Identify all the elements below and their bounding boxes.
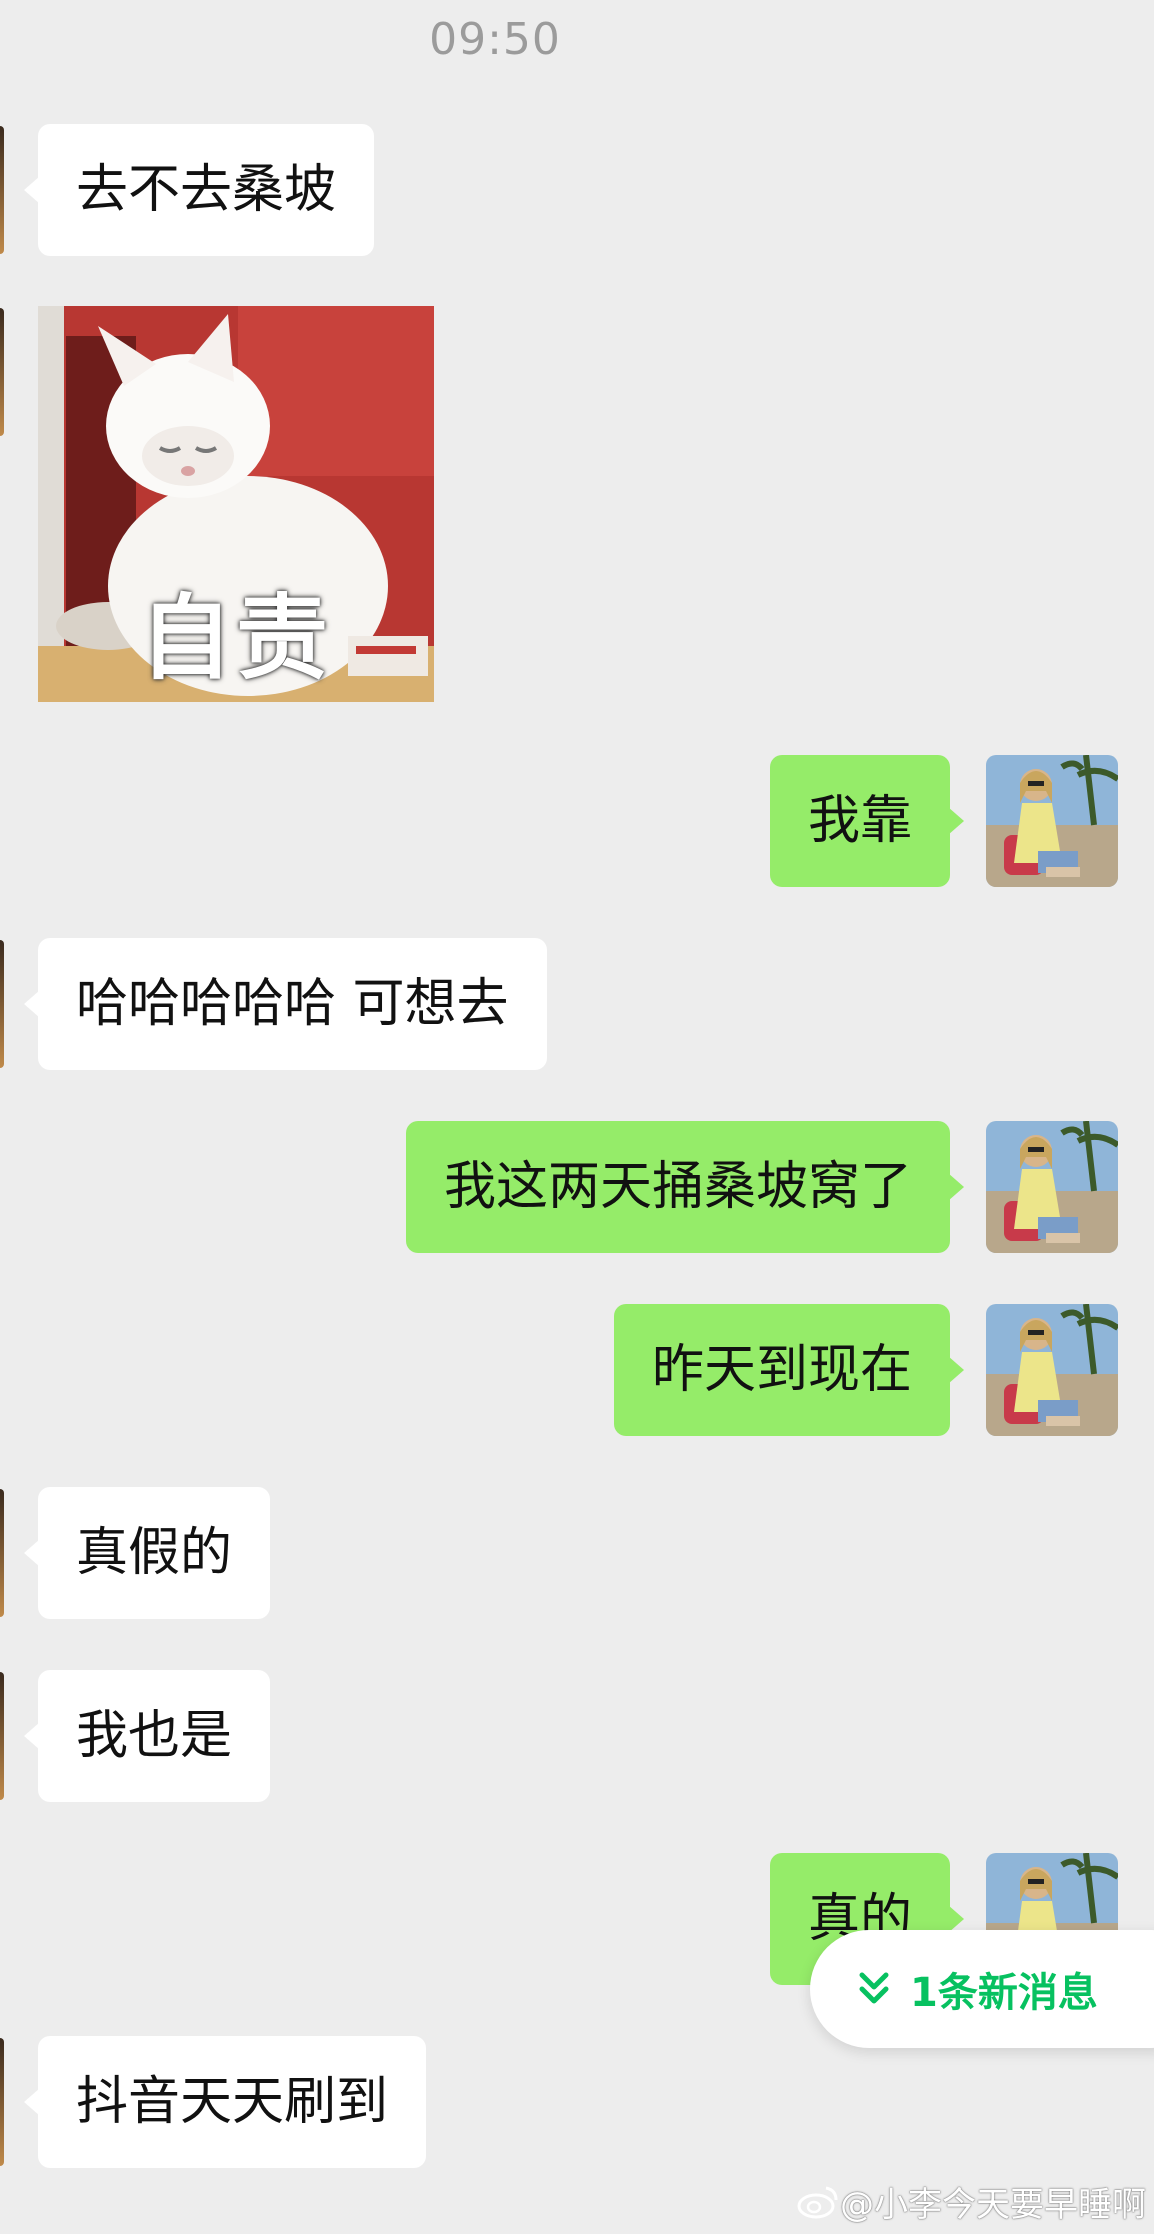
user-avatar-photo-icon: [986, 755, 1118, 887]
sender-avatar-edge[interactable]: [0, 940, 4, 1068]
incoming-message-bubble[interactable]: 哈哈哈哈哈 可想去: [24, 938, 547, 1070]
outgoing-message-bubble[interactable]: 昨天到现在: [613, 1304, 965, 1436]
sticker-caption: 自责: [139, 585, 332, 692]
weibo-icon: [797, 2186, 838, 2218]
message-text: 我也是: [76, 1706, 233, 1766]
sender-avatar-edge[interactable]: [0, 1672, 4, 1800]
double-chevron-down-icon: [859, 1972, 889, 2004]
sender-avatar-edge[interactable]: [0, 2038, 4, 2166]
outgoing-message-bubble[interactable]: 我这两天捅桑坡窝了: [405, 1121, 965, 1253]
my-avatar[interactable]: [986, 1304, 1118, 1436]
outgoing-message-bubble[interactable]: 我靠: [769, 755, 965, 887]
cat-sticker-image[interactable]: 自责: [38, 306, 434, 702]
user-avatar-photo-icon: [986, 1304, 1118, 1436]
sender-avatar-edge[interactable]: [0, 126, 4, 254]
new-message-label: 1条新消息: [910, 1970, 1098, 2016]
watermark: @小李今天要早睡啊: [796, 2177, 1146, 2226]
message-text: 哈哈哈哈哈 可想去: [76, 974, 509, 1034]
my-avatar[interactable]: [986, 755, 1118, 887]
incoming-message-bubble[interactable]: 我也是: [23, 1670, 271, 1802]
message-text: 我这两天捅桑坡窝了: [443, 1157, 912, 1217]
incoming-message-bubble[interactable]: 去不去桑坡: [23, 124, 375, 256]
message-text: 去不去桑坡: [76, 160, 337, 220]
new-message-pill-button[interactable]: 1条新消息: [810, 1930, 1154, 2048]
message-text: 抖音天天刷到: [76, 2072, 389, 2132]
message-timestamp: 09:50: [429, 14, 561, 65]
message-text: 我靠: [807, 791, 912, 851]
user-avatar-photo-icon: [986, 1121, 1118, 1253]
incoming-message-bubble[interactable]: 抖音天天刷到: [23, 2036, 427, 2168]
sender-avatar-edge[interactable]: [0, 308, 4, 436]
message-text: 昨天到现在: [651, 1340, 912, 1400]
incoming-message-bubble[interactable]: 真假的: [23, 1487, 271, 1619]
watermark-text: @小李今天要早睡啊: [840, 2185, 1146, 2225]
message-text: 真假的: [76, 1523, 233, 1583]
my-avatar[interactable]: [986, 1121, 1118, 1253]
sender-avatar-edge[interactable]: [0, 1489, 4, 1617]
